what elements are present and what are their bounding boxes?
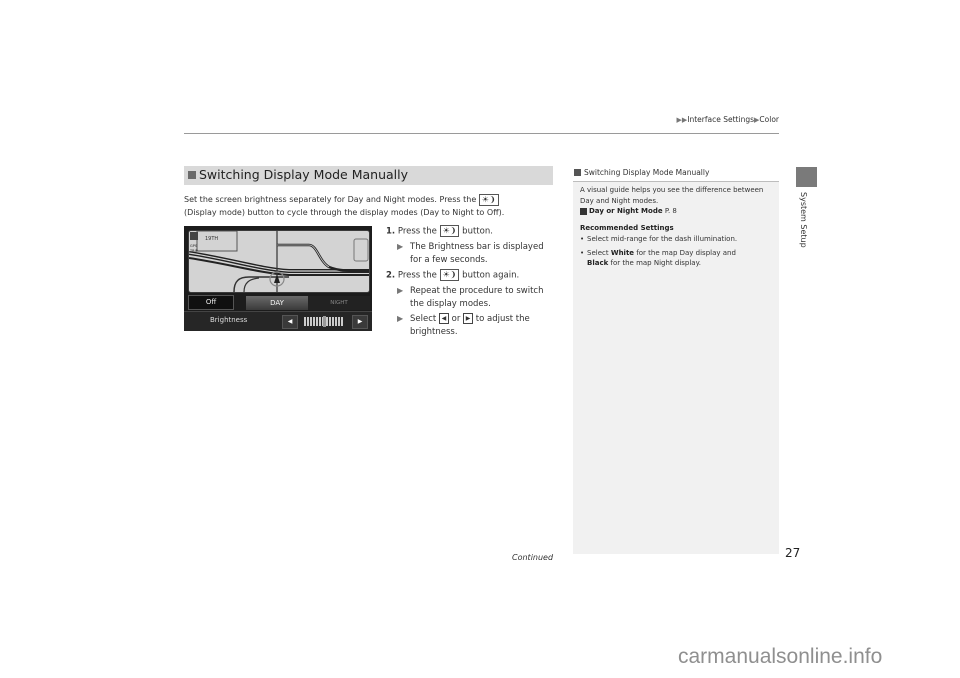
step-result-text: Repeat the procedure to switch the displ…: [410, 286, 544, 309]
day-tab[interactable]: DAY: [246, 296, 308, 310]
bullet-item: Select White for the map Day display and…: [580, 248, 776, 269]
display-mode-button-icon: ☀❩: [439, 269, 460, 281]
breadcrumb-item[interactable]: Color: [759, 115, 779, 124]
step-text: button.: [462, 226, 493, 237]
brightness-decrease-button[interactable]: ◀: [282, 315, 298, 329]
triangle-icon: ▶: [397, 286, 404, 295]
cross-reference[interactable]: Day or Night Mode P. 8: [580, 206, 776, 217]
brightness-label: Brightness: [210, 316, 248, 324]
section-heading: Switching Display Mode Manually: [184, 166, 553, 185]
step-result-text: Select: [410, 314, 437, 324]
slider-tick: [307, 317, 310, 326]
vehicle-arrow-icon: [274, 274, 280, 283]
step-number: 2.: [386, 270, 396, 281]
step-result-text: The Brightness bar is displayed for a fe…: [410, 242, 544, 265]
page-number: 27: [785, 546, 801, 560]
chapter-tab-marker: [796, 167, 817, 187]
note-text: A visual guide helps you see the differe…: [580, 186, 764, 205]
step-result: ▶ Repeat the procedure to switch the dis…: [386, 285, 556, 310]
slider-tick: [334, 317, 337, 326]
slider-tick: [340, 317, 343, 326]
map-side-label: GPS: [190, 244, 198, 248]
slider-tick: [337, 317, 340, 326]
side-note-panel: Switching Display Mode Manually A visual…: [573, 166, 779, 554]
intro-paragraph: Set the screen brightness separately for…: [184, 193, 556, 219]
intro-text: Set the screen brightness separately for…: [184, 195, 477, 204]
triangle-icon: ▶▶: [676, 116, 688, 124]
slider-tick: [325, 317, 328, 326]
slider-tick: [328, 317, 331, 326]
right-arrow-key-icon: ▶: [463, 313, 474, 324]
brightness-slider[interactable]: [304, 316, 344, 327]
map-roads: 19TH GPS TRIP: [189, 231, 369, 292]
triangle-icon: ▶: [397, 242, 404, 251]
slider-tick: [304, 317, 306, 326]
brightness-increase-button[interactable]: ▶: [352, 315, 368, 329]
note-title: Switching Display Mode Manually: [584, 168, 710, 177]
brightness-bar: Brightness ◀ ▶: [184, 311, 372, 331]
map-view: 19TH GPS TRIP: [188, 230, 370, 293]
off-button[interactable]: Off: [188, 295, 234, 310]
step-result-text: or: [451, 314, 461, 324]
note-icon: [574, 169, 581, 176]
xref-page: P. 8: [664, 207, 677, 215]
continued-label: Continued: [512, 553, 554, 562]
navigation-screen-illustration: 19TH GPS TRIP Off DAY NIGHT Brightness ◀…: [184, 226, 372, 331]
step-text: Press the: [397, 226, 437, 237]
bullet-item: Select mid-range for the dash illuminati…: [580, 234, 776, 245]
slider-tick: [310, 317, 313, 326]
left-arrow-key-icon: ◀: [438, 313, 449, 324]
display-mode-button-icon: ☀❩: [478, 193, 499, 206]
step-result: ▶ The Brightness bar is displayed for a …: [386, 241, 556, 266]
display-mode-tabs: Off DAY NIGHT: [184, 294, 372, 310]
step-1: 1. Press the ☀❩ button. ▶ The Brightness…: [386, 225, 556, 266]
recommended-heading: Recommended Settings: [580, 223, 674, 232]
step-number: 1.: [386, 226, 396, 237]
step-text: Press the: [397, 270, 437, 281]
section-title: Switching Display Mode Manually: [199, 167, 409, 182]
display-mode-button-icon: ☀❩: [439, 225, 460, 237]
breadcrumb-item[interactable]: Interface Settings: [687, 115, 754, 124]
breadcrumb: ▶▶Interface Settings▶Color: [640, 115, 780, 124]
header-rule: [184, 133, 779, 134]
intro-text: (Display mode) button to cycle through t…: [184, 208, 505, 217]
slider-tick: [319, 317, 322, 326]
slider-tick: [331, 317, 334, 326]
chapter-tab-label: System Setup: [799, 192, 808, 248]
watermark[interactable]: carmanualsonline.info: [678, 645, 882, 669]
xref-label[interactable]: Day or Night Mode: [589, 207, 663, 215]
map-street-label: 19TH: [205, 236, 218, 242]
cross-reference-icon: [580, 207, 587, 215]
step-text: button again.: [462, 270, 520, 281]
night-tab[interactable]: NIGHT: [308, 296, 370, 310]
slider-tick: [313, 317, 316, 326]
note-body: A visual guide helps you see the differe…: [580, 185, 776, 269]
triangle-icon: ▶: [397, 314, 404, 323]
slider-tick: [316, 317, 319, 326]
step-2: 2. Press the ☀❩ button again. ▶ Repeat t…: [386, 269, 556, 338]
instruction-steps: 1. Press the ☀❩ button. ▶ The Brightness…: [386, 225, 556, 341]
step-result: ▶ Select ◀ or ▶ to adjust the brightness…: [386, 313, 556, 338]
slider-knob[interactable]: [322, 316, 326, 327]
note-header: Switching Display Mode Manually: [573, 166, 779, 182]
square-bullet-icon: [188, 171, 196, 179]
